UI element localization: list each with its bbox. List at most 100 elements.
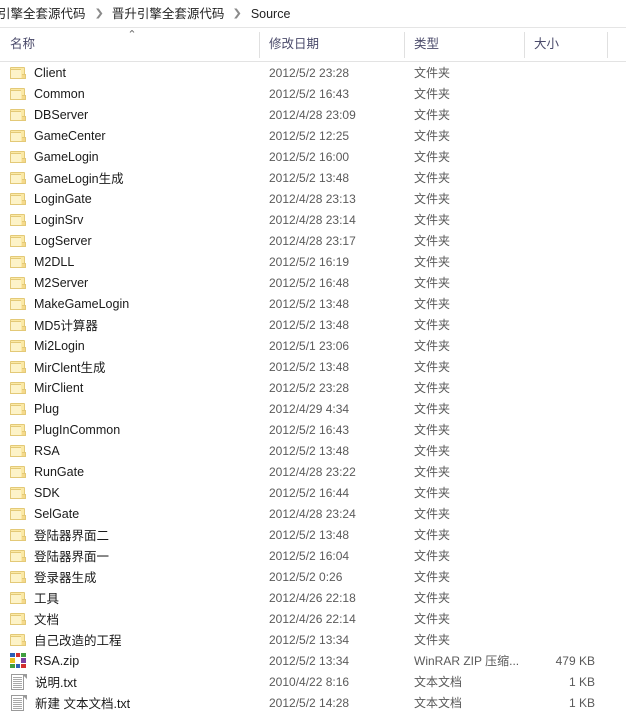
file-row[interactable]: 登陆器界面二 2012/5/2 13:48 文件夹	[0, 524, 626, 545]
file-name-cell[interactable]: 自己改造的工程	[0, 630, 259, 649]
file-type: 文件夹	[414, 486, 451, 500]
file-type: 文件夹	[414, 444, 451, 458]
file-name-cell[interactable]: MD5计算器	[0, 315, 259, 334]
folder-icon	[10, 423, 26, 437]
file-row[interactable]: GameLogin生成 2012/5/2 13:48 文件夹	[0, 167, 626, 188]
file-row[interactable]: 登陆器界面一 2012/5/2 16:04 文件夹	[0, 545, 626, 566]
file-name-cell[interactable]: M2DLL	[0, 254, 259, 269]
file-name-label: M2Server	[34, 275, 89, 290]
file-type: 文件夹	[414, 633, 451, 647]
file-name-cell[interactable]: 新建 文本文档.txt	[0, 693, 259, 712]
file-name-cell[interactable]: 文档	[0, 609, 259, 628]
file-row[interactable]: Plug 2012/4/29 4:34 文件夹	[0, 398, 626, 419]
file-row[interactable]: LoginSrv 2012/4/28 23:14 文件夹	[0, 209, 626, 230]
file-name-cell[interactable]: 登录器生成	[0, 567, 259, 586]
file-name-cell[interactable]: 说明.txt	[0, 672, 259, 691]
file-row[interactable]: SelGate 2012/4/28 23:24 文件夹	[0, 503, 626, 524]
file-name-cell[interactable]: GameLogin生成	[0, 168, 259, 187]
chevron-up-icon: ⌃	[127, 29, 137, 41]
column-header-size[interactable]: 大小	[524, 27, 607, 61]
file-row[interactable]: RSA.zip 2012/5/2 13:34 WinRAR ZIP 压缩... 479…	[0, 650, 626, 671]
file-date-modified: 2012/5/2 12:25	[269, 128, 350, 143]
file-name-label: MakeGameLogin	[34, 296, 130, 311]
file-row[interactable]: DBServer 2012/4/28 23:09 文件夹	[0, 104, 626, 125]
file-size: 1 KB	[568, 695, 595, 710]
file-type: 文件夹	[414, 66, 451, 80]
file-type: 文件夹	[414, 234, 451, 248]
file-date-modified: 2012/5/2 16:48	[269, 275, 350, 290]
file-type: 文件夹	[414, 402, 451, 416]
file-name-cell[interactable]: Plug	[0, 401, 259, 416]
column-header-row: 名称 修改日期 类型 大小 ⌃	[0, 28, 626, 62]
file-date-modified: 2012/5/2 23:28	[269, 380, 350, 395]
file-list[interactable]: Client 2012/5/2 23:28 文件夹 Common 2012/5/2 16…	[0, 62, 626, 713]
file-row[interactable]: M2DLL 2012/5/2 16:19 文件夹	[0, 251, 626, 272]
file-row[interactable]: RunGate 2012/4/28 23:22 文件夹	[0, 461, 626, 482]
file-type: 文件夹	[414, 318, 451, 332]
file-row[interactable]: 自己改造的工程 2012/5/2 13:34 文件夹	[0, 629, 626, 650]
file-date-modified: 2012/5/2 0:26	[269, 569, 343, 584]
file-name-cell[interactable]: RSA	[0, 443, 259, 458]
file-row[interactable]: 文档 2012/4/26 22:14 文件夹	[0, 608, 626, 629]
file-row[interactable]: Client 2012/5/2 23:28 文件夹	[0, 62, 626, 83]
file-name-label: 新建 文本文档.txt	[35, 697, 131, 711]
file-row[interactable]: MD5计算器 2012/5/2 13:48 文件夹	[0, 314, 626, 335]
breadcrumb-item-0[interactable]: 引擎全套源代码	[0, 0, 88, 27]
file-name-cell[interactable]: Common	[0, 86, 259, 101]
file-name-cell[interactable]: SDK	[0, 485, 259, 500]
file-name-label: GameCenter	[34, 128, 106, 143]
file-name-cell[interactable]: 登陆器界面二	[0, 525, 259, 544]
file-name-cell[interactable]: PlugInCommon	[0, 422, 259, 437]
file-row[interactable]: MakeGameLogin 2012/5/2 13:48 文件夹	[0, 293, 626, 314]
breadcrumb[interactable]: 引擎全套源代码 ❯ 晋升引擎全套源代码 ❯ Source	[0, 0, 626, 28]
column-header-date-modified[interactable]: 修改日期	[259, 27, 404, 61]
file-type: 文本文档	[414, 696, 463, 710]
file-date-modified: 2012/5/2 13:48	[269, 296, 350, 311]
file-name-cell[interactable]: RunGate	[0, 464, 259, 479]
file-row[interactable]: 工具 2012/4/26 22:18 文件夹	[0, 587, 626, 608]
file-row[interactable]: GameCenter 2012/5/2 12:25 文件夹	[0, 125, 626, 146]
folder-icon	[10, 381, 26, 395]
file-name-cell[interactable]: LoginGate	[0, 191, 259, 206]
file-name-label: Common	[34, 86, 85, 101]
file-row[interactable]: 登录器生成 2012/5/2 0:26 文件夹	[0, 566, 626, 587]
file-row[interactable]: SDK 2012/5/2 16:44 文件夹	[0, 482, 626, 503]
folder-icon	[10, 402, 26, 416]
file-row[interactable]: LoginGate 2012/4/28 23:13 文件夹	[0, 188, 626, 209]
file-name-cell[interactable]: SelGate	[0, 506, 259, 521]
file-row[interactable]: LogServer 2012/4/28 23:17 文件夹	[0, 230, 626, 251]
file-name-cell[interactable]: Mi2Login	[0, 338, 259, 353]
file-name-label: Plug	[34, 401, 60, 416]
file-row[interactable]: Common 2012/5/2 16:43 文件夹	[0, 83, 626, 104]
file-name-cell[interactable]: RSA.zip	[0, 652, 259, 669]
file-row[interactable]: GameLogin 2012/5/2 16:00 文件夹	[0, 146, 626, 167]
file-row[interactable]: 新建 文本文档.txt 2012/5/2 14:28 文本文档 1 KB	[0, 692, 626, 713]
file-row[interactable]: MirClent生成 2012/5/2 13:48 文件夹	[0, 356, 626, 377]
file-name-cell[interactable]: MakeGameLogin	[0, 296, 259, 311]
file-name-cell[interactable]: LogServer	[0, 233, 259, 248]
breadcrumb-item-1[interactable]: 晋升引擎全套源代码	[110, 0, 227, 27]
file-name-cell[interactable]: GameLogin	[0, 149, 259, 164]
file-name-cell[interactable]: 工具	[0, 588, 259, 607]
file-name-cell[interactable]: LoginSrv	[0, 212, 259, 227]
file-name-cell[interactable]: Client	[0, 65, 259, 80]
file-name-cell[interactable]: M2Server	[0, 275, 259, 290]
column-header-name-label: 名称	[10, 37, 36, 51]
file-name-cell[interactable]: MirClent生成	[0, 357, 259, 376]
column-header-type[interactable]: 类型	[404, 27, 524, 61]
file-row[interactable]: MirClient 2012/5/2 23:28 文件夹	[0, 377, 626, 398]
file-name-cell[interactable]: GameCenter	[0, 128, 259, 143]
file-name-cell[interactable]: MirClient	[0, 380, 259, 395]
file-row[interactable]: Mi2Login 2012/5/1 23:06 文件夹	[0, 335, 626, 356]
file-row[interactable]: 说明.txt 2010/4/22 8:16 文本文档 1 KB	[0, 671, 626, 692]
file-name-cell[interactable]: DBServer	[0, 107, 259, 122]
file-row[interactable]: M2Server 2012/5/2 16:48 文件夹	[0, 272, 626, 293]
file-type: 文件夹	[414, 507, 451, 521]
file-row[interactable]: RSA 2012/5/2 13:48 文件夹	[0, 440, 626, 461]
file-type: 文件夹	[414, 129, 451, 143]
breadcrumb-item-2[interactable]: Source	[249, 0, 293, 27]
file-name-label: SDK	[34, 485, 60, 500]
file-row[interactable]: PlugInCommon 2012/5/2 16:43 文件夹	[0, 419, 626, 440]
file-name-cell[interactable]: 登陆器界面一	[0, 546, 259, 565]
column-header-date-label: 修改日期	[269, 37, 320, 51]
